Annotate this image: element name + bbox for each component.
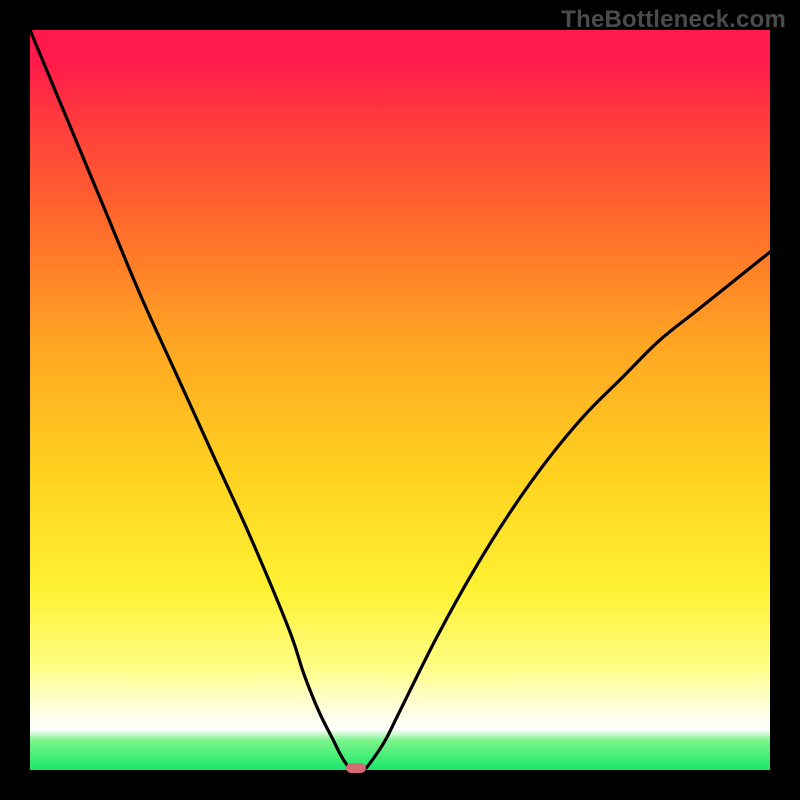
plot-area [30,30,770,770]
chart-frame: TheBottleneck.com [0,0,800,800]
bottleneck-curve [30,30,770,770]
curve-svg [30,30,770,770]
minimum-marker [346,763,366,773]
watermark-text: TheBottleneck.com [561,6,786,34]
